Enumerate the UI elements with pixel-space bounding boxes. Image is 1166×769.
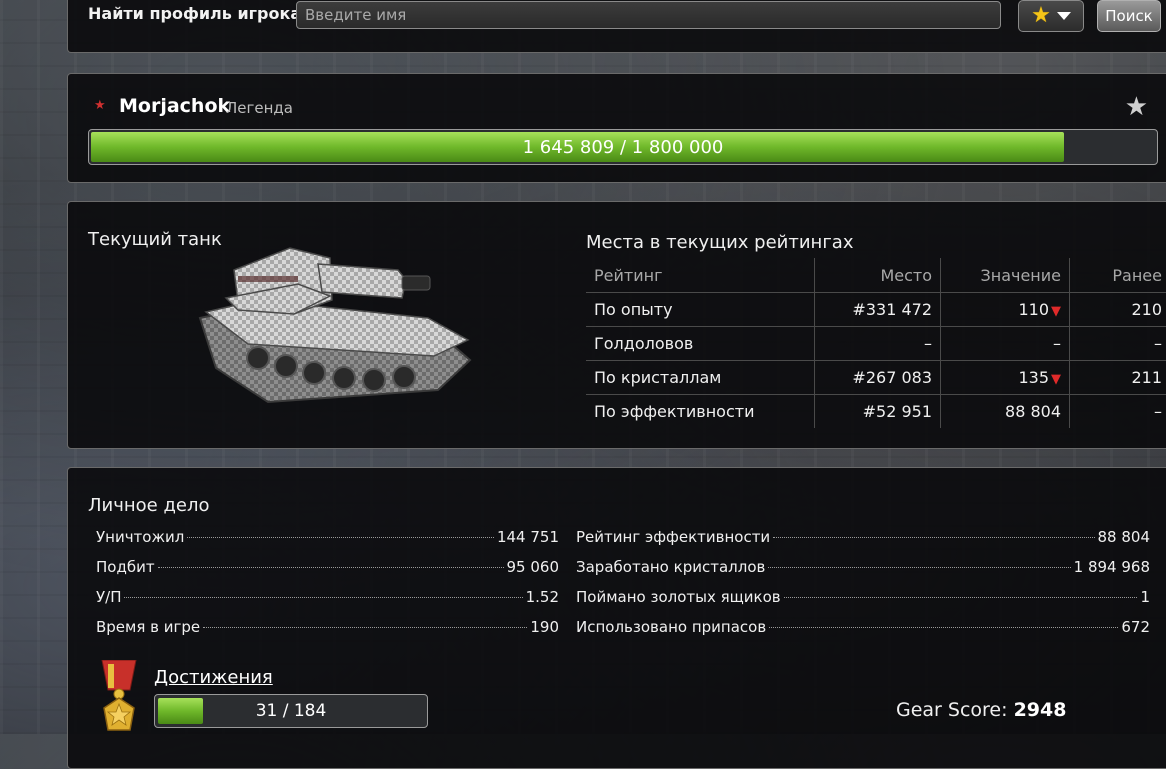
stat-label: Использовано припасов — [576, 618, 766, 636]
column-header-rating: Рейтинг — [586, 258, 815, 293]
stat-row: Рейтинг эффективности 88 804 — [576, 528, 1150, 558]
dotted-leader — [124, 597, 522, 598]
stat-row: Уничтожил 144 751 — [96, 528, 559, 558]
rating-name: По опыту — [586, 293, 815, 327]
player-rank: Легенда — [226, 99, 293, 117]
stat-value: 144 751 — [497, 528, 559, 546]
stat-row: У/П 1.52 — [96, 588, 559, 618]
rating-value: 88 804 — [941, 395, 1070, 429]
medal-icon — [94, 660, 144, 740]
achievements-progress-bar: 31 / 184 — [154, 694, 428, 728]
gear-score-value: 2948 — [1014, 699, 1067, 721]
table-row: Голдоловов – – – — [586, 327, 1166, 361]
stat-value: 672 — [1121, 618, 1150, 636]
rating-value: – — [941, 327, 1070, 361]
personal-file: Личное дело Уничтожил 144 751 Подбит 95 … — [67, 467, 1166, 769]
search-input[interactable] — [296, 1, 1001, 29]
experience-progress-bar: 1 645 809 / 1 800 000 — [88, 129, 1158, 165]
rating-name: По кристаллам — [586, 361, 815, 395]
stat-label: Поймано золотых ящиков — [576, 588, 781, 606]
rating-previous: – — [1070, 395, 1166, 429]
column-header-value: Значение — [941, 258, 1070, 293]
stat-label: У/П — [96, 588, 121, 606]
search-bar: Найти профиль игрока ★ Поиск — [67, 0, 1166, 53]
stat-value: 88 804 — [1098, 528, 1151, 546]
tank-and-ratings: Текущий танк — [67, 201, 1166, 449]
table-row: По опыту #331 472 110▼ 210 — [586, 293, 1166, 327]
rank-insignia-icon: ★ — [94, 98, 106, 113]
search-label: Найти профиль игрока — [88, 4, 301, 23]
stat-row: Время в игре 190 — [96, 618, 559, 648]
rating-value-cell: 135▼ — [941, 361, 1070, 395]
gear-score: Gear Score: 2948 — [896, 699, 1066, 721]
rating-value-cell: 110▼ — [941, 293, 1070, 327]
star-icon: ★ — [1031, 5, 1051, 27]
favorite-star-icon[interactable]: ★ — [1125, 92, 1148, 122]
dotted-leader — [773, 537, 1094, 538]
rating-value: 110 — [1018, 300, 1049, 319]
rating-place: #52 951 — [815, 395, 941, 429]
ratings-table: Рейтинг Место Значение Ранее По опыту #3… — [586, 258, 1166, 428]
personal-file-title: Личное дело — [88, 495, 209, 516]
stat-label: Заработано кристаллов — [576, 558, 765, 576]
column-header-place: Место — [815, 258, 941, 293]
stat-label: Время в игре — [96, 618, 200, 636]
table-row: По эффективности #52 951 88 804 – — [586, 395, 1166, 429]
rating-name: Голдоловов — [586, 327, 815, 361]
stats-left-column: Уничтожил 144 751 Подбит 95 060 У/П 1.52… — [96, 528, 559, 648]
player-name: Morjachok — [119, 95, 230, 117]
stat-value: 1 — [1140, 588, 1150, 606]
ratings-title: Места в текущих рейтингах — [586, 232, 853, 253]
ratings-header-row: Рейтинг Место Значение Ранее — [586, 258, 1166, 293]
rating-previous: 211 — [1070, 361, 1166, 395]
stat-row: Подбит 95 060 — [96, 558, 559, 588]
achievements-link[interactable]: Достижения — [154, 667, 273, 688]
rating-name: По эффективности — [586, 395, 815, 429]
rating-place: – — [815, 327, 941, 361]
stat-value: 190 — [530, 618, 559, 636]
stat-value: 95 060 — [507, 558, 560, 576]
favorites-dropdown[interactable]: ★ — [1018, 0, 1084, 32]
stat-label: Уничтожил — [96, 528, 184, 546]
dotted-leader — [769, 627, 1118, 628]
dotted-leader — [203, 627, 527, 628]
trend-down-icon: ▼ — [1051, 304, 1061, 319]
tank-image — [198, 240, 478, 410]
chevron-down-icon — [1057, 12, 1071, 20]
column-header-previous: Ранее — [1070, 258, 1166, 293]
rating-value: 135 — [1018, 368, 1049, 387]
rating-place: #267 083 — [815, 361, 941, 395]
experience-progress-text: 1 645 809 / 1 800 000 — [89, 130, 1157, 164]
rating-place: #331 472 — [815, 293, 941, 327]
stat-label: Подбит — [96, 558, 155, 576]
stat-row: Использовано припасов 672 — [576, 618, 1150, 648]
rating-previous: 210 — [1070, 293, 1166, 327]
stat-value: 1 894 968 — [1074, 558, 1150, 576]
dotted-leader — [187, 537, 494, 538]
dotted-leader — [784, 597, 1138, 598]
table-row: По кристаллам #267 083 135▼ 211 — [586, 361, 1166, 395]
trend-down-icon: ▼ — [1051, 372, 1061, 387]
stats-right-column: Рейтинг эффективности 88 804 Заработано … — [576, 528, 1150, 648]
search-button[interactable]: Поиск — [1097, 0, 1161, 32]
dotted-leader — [158, 567, 504, 568]
stat-label: Рейтинг эффективности — [576, 528, 770, 546]
stat-value: 1.52 — [526, 588, 559, 606]
player-profile: ★ Morjachok Легенда ★ 1 645 809 / 1 800 … — [67, 73, 1166, 183]
stat-row: Заработано кристаллов 1 894 968 — [576, 558, 1150, 588]
gear-score-label: Gear Score: — [896, 699, 1008, 721]
dotted-leader — [768, 567, 1070, 568]
rating-previous: – — [1070, 327, 1166, 361]
stat-row: Поймано золотых ящиков 1 — [576, 588, 1150, 618]
achievements-progress-text: 31 / 184 — [155, 695, 427, 727]
